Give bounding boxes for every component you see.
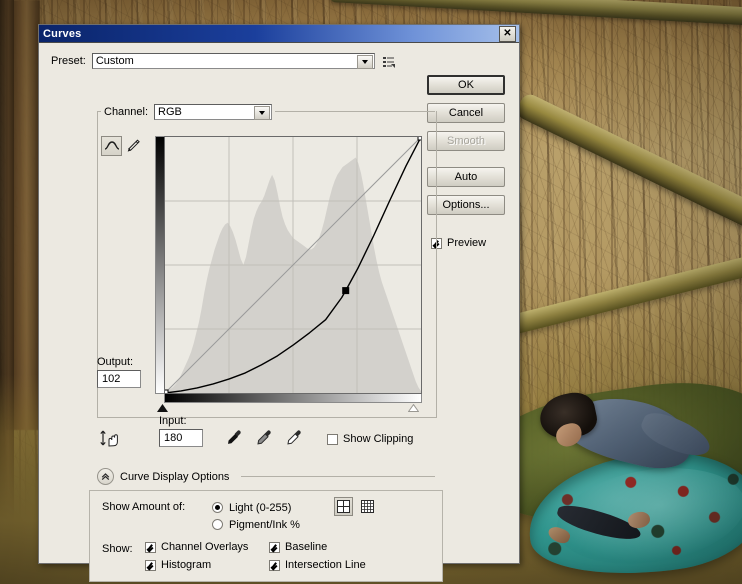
histogram-label: Histogram bbox=[161, 559, 212, 571]
dialog-title: Curves bbox=[43, 27, 82, 40]
preview-row: Preview bbox=[431, 237, 505, 249]
chevron-down-icon[interactable] bbox=[356, 55, 373, 69]
channel-label: Channel: bbox=[104, 106, 149, 118]
show-amount-radio-group: Light (0-255) Pigment/Ink % bbox=[212, 499, 300, 533]
scrub-hand-icon[interactable] bbox=[99, 429, 121, 449]
input-label: Input: bbox=[159, 415, 187, 427]
show-checkbox-group: Channel Overlays Baseline Histogram Inte… bbox=[145, 541, 366, 571]
histogram-checkbox[interactable] bbox=[145, 559, 156, 571]
section-divider bbox=[241, 476, 435, 477]
radio-pigment-button[interactable] bbox=[212, 519, 223, 530]
channel-overlays-checkbox[interactable] bbox=[145, 541, 156, 553]
curves-dialog: Curves ✕ Preset: Custom OK Cancel Smooth… bbox=[38, 24, 520, 582]
baseline-label: Baseline bbox=[285, 541, 328, 553]
curve-display-options-panel: Show Amount of: Light (0-255) Pigment/In… bbox=[89, 490, 443, 582]
dialog-button-column: OK Cancel Smooth Auto Options... Preview bbox=[427, 75, 505, 249]
preset-menu-icon[interactable] bbox=[382, 55, 395, 68]
channel-overlays-label: Channel Overlays bbox=[161, 541, 249, 553]
preset-row: Preset: Custom bbox=[51, 53, 509, 69]
show-clipping-row: Show Clipping bbox=[327, 433, 413, 445]
eyedropper-group bbox=[225, 427, 303, 447]
smooth-button: Smooth bbox=[427, 131, 505, 151]
checkbox-histogram[interactable]: Histogram bbox=[145, 559, 263, 571]
checkbox-intersection-line[interactable]: Intersection Line bbox=[269, 559, 366, 571]
baseline-checkbox[interactable] bbox=[269, 541, 280, 553]
curve-display-options-header[interactable]: Curve Display Options bbox=[97, 468, 435, 485]
pencil-tool-icon[interactable] bbox=[122, 136, 143, 156]
show-amount-label: Show Amount of: bbox=[102, 501, 186, 513]
grid-tenth-tones-icon[interactable] bbox=[358, 497, 377, 516]
curve-tools bbox=[101, 136, 143, 156]
radio-pigment-label: Pigment/Ink % bbox=[229, 518, 300, 531]
radio-light[interactable]: Light (0-255) bbox=[212, 499, 300, 516]
dialog-titlebar[interactable]: Curves ✕ bbox=[39, 25, 519, 43]
preset-label: Preset: bbox=[51, 55, 86, 67]
radio-light-label: Light (0-255) bbox=[229, 501, 292, 514]
grid-size-buttons bbox=[334, 497, 377, 516]
curve-display-options-label: Curve Display Options bbox=[120, 470, 230, 483]
show-clipping-checkbox[interactable] bbox=[327, 433, 338, 445]
output-label: Output: bbox=[97, 356, 134, 368]
input-gradient-bar bbox=[164, 393, 422, 403]
cancel-button[interactable]: Cancel bbox=[427, 103, 505, 123]
auto-button[interactable]: Auto bbox=[427, 167, 505, 187]
checkbox-channel-overlays[interactable]: Channel Overlays bbox=[145, 541, 263, 553]
curve-plot-svg[interactable] bbox=[165, 137, 421, 393]
checkbox-baseline[interactable]: Baseline bbox=[269, 541, 366, 553]
grid-quarter-tones-icon[interactable] bbox=[334, 497, 353, 516]
black-point-eyedropper[interactable] bbox=[225, 427, 243, 447]
channel-select[interactable]: RGB bbox=[154, 104, 273, 120]
chevron-up-icon[interactable] bbox=[97, 468, 114, 485]
preset-select[interactable]: Custom bbox=[91, 53, 375, 69]
preset-value: Custom bbox=[95, 55, 134, 67]
channel-row: Channel: RGB bbox=[101, 104, 276, 120]
black-point-slider[interactable] bbox=[157, 403, 168, 412]
intersection-line-checkbox[interactable] bbox=[269, 559, 280, 571]
show-label: Show: bbox=[102, 543, 133, 555]
show-clipping-label: Show Clipping bbox=[343, 433, 414, 445]
radio-light-button[interactable] bbox=[212, 502, 223, 513]
ok-button[interactable]: OK bbox=[427, 75, 505, 95]
close-icon[interactable]: ✕ bbox=[499, 25, 516, 42]
white-point-eyedropper[interactable] bbox=[285, 427, 303, 447]
intersection-line-label: Intersection Line bbox=[285, 559, 366, 571]
output-input[interactable]: 102 bbox=[97, 370, 141, 388]
options-button[interactable]: Options... bbox=[427, 195, 505, 215]
curve-tool-icon[interactable] bbox=[101, 136, 122, 156]
preview-label: Preview bbox=[447, 237, 487, 249]
channel-value: RGB bbox=[158, 106, 182, 118]
curve-plot-area[interactable] bbox=[164, 136, 422, 394]
chevron-down-icon[interactable] bbox=[254, 106, 271, 120]
radio-pigment[interactable]: Pigment/Ink % bbox=[212, 516, 300, 533]
white-point-slider[interactable] bbox=[407, 403, 420, 412]
gray-point-eyedropper[interactable] bbox=[255, 427, 273, 447]
input-input[interactable]: 180 bbox=[159, 429, 203, 447]
